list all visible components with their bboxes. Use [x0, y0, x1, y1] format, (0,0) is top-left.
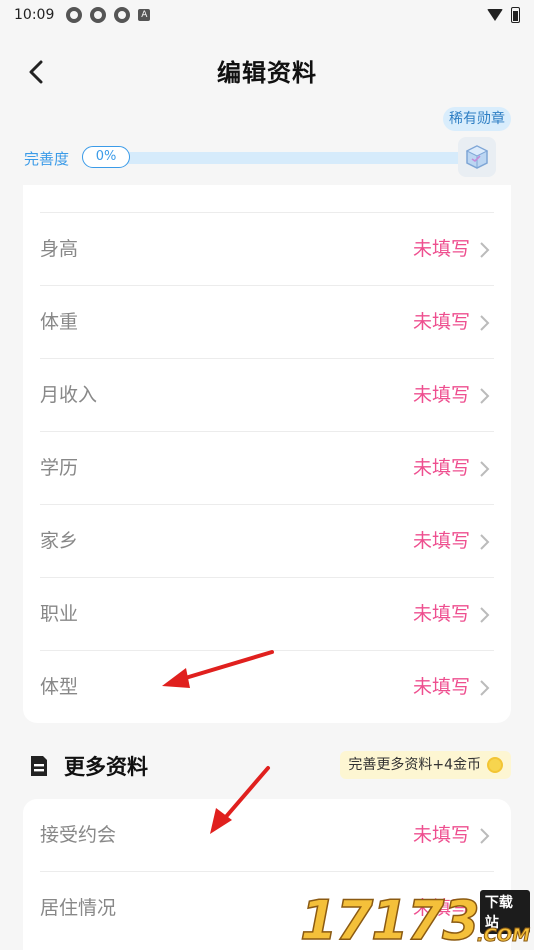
completion-progress: 完善度 0% 稀有勋章 [0, 105, 534, 185]
wifi-icon [487, 9, 503, 21]
row-label: 职业 [40, 603, 79, 625]
row-label: 身高 [40, 238, 79, 260]
row-value: 未填写 [412, 311, 470, 333]
section-title: 更多资料 [64, 755, 148, 779]
row-value: 未填写 [412, 530, 470, 552]
status-bar: 10:09 A [0, 0, 534, 30]
chevron-right-icon [480, 315, 490, 331]
app-notification-icon [66, 7, 83, 23]
chevron-right-icon [480, 388, 490, 404]
row-label: 居住情况 [40, 897, 117, 919]
row-label: 体型 [40, 676, 79, 698]
row-value: 未填写 [412, 676, 470, 698]
app-notification-icon [114, 7, 131, 23]
chevron-right-icon [480, 242, 490, 258]
row-weight[interactable]: 体重 未填写 [40, 286, 494, 359]
row-label: 家乡 [40, 530, 79, 552]
row-label: 接受约会 [40, 824, 117, 846]
chevron-right-icon [480, 461, 490, 477]
row-body-type[interactable]: 体型 未填写 [40, 651, 494, 723]
document-icon [31, 756, 47, 776]
chevron-right-icon [480, 828, 490, 844]
row-value: 未填写 [412, 238, 470, 260]
row-education[interactable]: 学历 未填写 [40, 432, 494, 505]
completion-progress-bar [82, 152, 472, 164]
chevron-right-icon [480, 607, 490, 623]
status-time: 10:09 [14, 7, 55, 23]
row-height[interactable]: 身高 未填写 [40, 213, 494, 286]
row-label: 月收入 [40, 384, 98, 406]
row-accept-dating[interactable]: 接受约会 未填写 [40, 799, 494, 872]
row-hometown[interactable]: 家乡 未填写 [40, 505, 494, 578]
row-label: 学历 [40, 457, 79, 479]
row-value: 未填写 [412, 384, 470, 406]
row-value: 未填写 [412, 824, 470, 846]
battery-icon [511, 7, 520, 23]
app-notification-icon [90, 7, 107, 23]
chevron-right-icon [480, 534, 490, 550]
completion-label: 完善度 [24, 150, 70, 168]
watermark-digits: 17173 [299, 889, 480, 950]
watermark-side: 下载站 .COM [476, 888, 531, 948]
reward-badge: 完善更多资料+4金币 [340, 751, 511, 779]
row-label: 体重 [40, 311, 79, 333]
page-header: 编辑资料 [0, 40, 534, 100]
back-button[interactable] [22, 58, 50, 86]
basic-info-card: 身高 未填写 体重 未填写 月收入 未填写 学历 未填写 家乡 未填写 职业 未… [23, 185, 511, 723]
chevron-right-icon [480, 680, 490, 696]
more-info-section-header: 更多资料 完善更多资料+4金币 [23, 740, 511, 790]
row-income[interactable]: 月收入 未填写 [40, 359, 494, 432]
completion-percent: 0% [82, 146, 130, 168]
row-value: 未填写 [412, 457, 470, 479]
a-notification-icon: A [138, 9, 151, 21]
partially-hidden-row [40, 185, 494, 213]
medal-button[interactable] [458, 137, 496, 177]
page-title: 编辑资料 [217, 58, 317, 87]
site-watermark: 17173 下载站 .COM [299, 886, 531, 950]
cube-medal-icon [465, 145, 489, 169]
coin-icon [487, 757, 503, 773]
watermark-suffix: .COM [476, 925, 530, 947]
row-value: 未填写 [412, 603, 470, 625]
row-occupation[interactable]: 职业 未填写 [40, 578, 494, 651]
chevron-left-icon [29, 60, 43, 84]
rare-medal-badge[interactable]: 稀有勋章 [443, 107, 511, 131]
reward-text: 完善更多资料+4金币 [348, 757, 481, 773]
